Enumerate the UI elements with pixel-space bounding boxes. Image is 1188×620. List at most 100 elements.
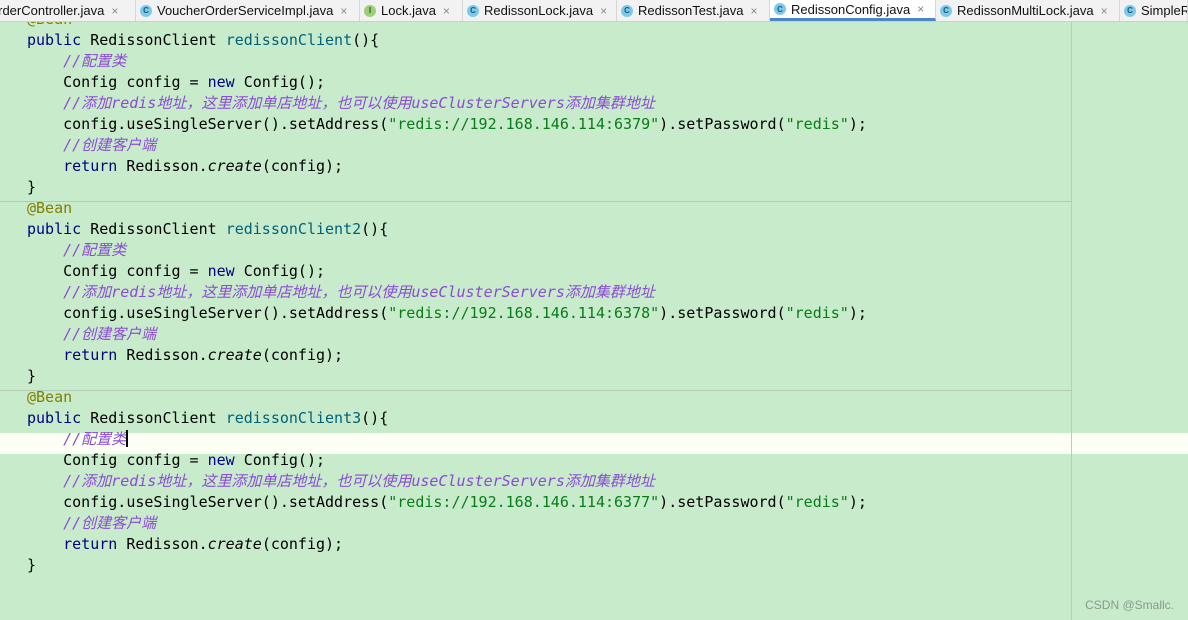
- text-caret: [126, 430, 129, 447]
- tab-label: RedissonLock.java: [484, 3, 594, 18]
- comment: //配置类: [63, 430, 127, 448]
- return-type: RedissonClient: [81, 409, 226, 427]
- watermark: CSDN @Smallc.: [1085, 598, 1174, 612]
- comment-line[interactable]: //配置类: [27, 429, 867, 450]
- code-text: config.useSingleServer().setAddress(: [63, 115, 389, 133]
- code-text: (config);: [261, 346, 344, 364]
- close-tab-icon[interactable]: ×: [340, 4, 347, 18]
- annotation-line[interactable]: @Bean: [27, 198, 867, 219]
- close-tab-icon[interactable]: ×: [1101, 4, 1108, 18]
- code-text: Config();: [234, 73, 326, 91]
- tab-label: RedissonConfig.java: [791, 1, 911, 17]
- closing-brace: }: [27, 178, 37, 196]
- comment: //配置类: [63, 52, 127, 70]
- close-tab-icon[interactable]: ×: [111, 4, 118, 18]
- code-text: Config config =: [63, 262, 208, 280]
- method-name: redissonClient: [225, 31, 353, 49]
- comment: //配置类: [63, 241, 127, 259]
- tab-label: RedissonTest.java: [638, 3, 744, 18]
- closing-brace-line[interactable]: }: [27, 555, 867, 576]
- annotation: @Bean: [27, 199, 73, 217]
- string-literal: "redis://192.168.146.114:6378": [388, 304, 660, 322]
- code-line[interactable]: return Redisson.create(config);: [27, 345, 867, 366]
- close-tab-icon[interactable]: ×: [443, 4, 450, 18]
- method-signature-line[interactable]: public RedissonClient redissonClient3(){: [27, 408, 867, 429]
- code-text: config.useSingleServer().setAddress(: [63, 493, 389, 511]
- keyword: public: [27, 31, 82, 49]
- string-literal: "redis": [785, 304, 849, 322]
- comment: //添加redis地址，这里添加单店地址，也可以使用useClusterServ…: [63, 94, 655, 112]
- static-method-name: create: [207, 535, 262, 553]
- keyword: return: [63, 157, 118, 175]
- comment-line[interactable]: //配置类: [27, 51, 867, 72]
- code-line[interactable]: config.useSingleServer().setAddress("red…: [27, 492, 867, 513]
- keyword: return: [63, 346, 118, 364]
- comment-line[interactable]: //创建客户端: [27, 135, 867, 156]
- tab-label: Lock.java: [381, 3, 436, 18]
- interface-icon: I: [364, 4, 376, 17]
- code-text: Redisson.: [117, 535, 208, 553]
- code-text: );: [848, 304, 867, 322]
- editor-tab-bar: OrderController.java × C VoucherOrderServic…: [0, 0, 1188, 22]
- string-literal: "redis": [785, 115, 849, 133]
- comment-line[interactable]: //配置类: [27, 240, 867, 261]
- method-signature-line[interactable]: public RedissonClient redissonClient2(){: [27, 219, 867, 240]
- keyword: new: [207, 262, 235, 280]
- comment-line[interactable]: //添加redis地址，这里添加单店地址，也可以使用useClusterServ…: [27, 93, 867, 114]
- annotation: @Bean: [27, 22, 72, 28]
- editor-tab[interactable]: C RedissonConfig.java ×: [770, 0, 936, 21]
- return-type: RedissonClient: [81, 31, 226, 49]
- comment-line[interactable]: //创建客户端: [27, 513, 867, 534]
- method-name: redissonClient2: [225, 220, 362, 238]
- code-text: (config);: [261, 535, 344, 553]
- editor-tab[interactable]: I Lock.java ×: [360, 0, 463, 21]
- code-area[interactable]: @Bean public RedissonClient redissonClien…: [27, 22, 867, 576]
- comment: //添加redis地址，这里添加单店地址，也可以使用useClusterServ…: [63, 472, 655, 490]
- annotation-line[interactable]: @Bean: [27, 387, 867, 408]
- tab-label: OrderController.java: [0, 3, 105, 18]
- annotation-line[interactable]: @Bean: [27, 22, 867, 30]
- keyword: public: [27, 220, 82, 238]
- code-editor[interactable]: @Bean public RedissonClient redissonClien…: [0, 22, 1188, 620]
- code-line[interactable]: return Redisson.create(config);: [27, 156, 867, 177]
- code-line[interactable]: Config config = new Config();: [27, 450, 867, 471]
- class-icon: C: [940, 4, 952, 17]
- close-tab-icon[interactable]: ×: [917, 2, 924, 16]
- keyword: new: [207, 451, 235, 469]
- closing-brace-line[interactable]: }: [27, 177, 867, 198]
- annotation: @Bean: [27, 388, 73, 406]
- editor-tab[interactable]: C VoucherOrderServiceImpl.java ×: [136, 0, 360, 21]
- code-line[interactable]: Config config = new Config();: [27, 261, 867, 282]
- comment: //创建客户端: [63, 514, 157, 532]
- keyword: new: [207, 73, 235, 91]
- editor-tab[interactable]: C SimpleR: [1120, 0, 1188, 21]
- class-icon: C: [140, 4, 152, 17]
- keyword: public: [27, 409, 82, 427]
- tab-label: RedissonMultiLock.java: [957, 3, 1094, 18]
- method-signature-line[interactable]: public RedissonClient redissonClient(){: [27, 30, 867, 51]
- comment-line[interactable]: //添加redis地址，这里添加单店地址，也可以使用useClusterServ…: [27, 471, 867, 492]
- editor-tab[interactable]: OrderController.java ×: [0, 0, 136, 21]
- comment: //添加redis地址，这里添加单店地址，也可以使用useClusterServ…: [63, 283, 655, 301]
- string-literal: "redis://192.168.146.114:6379": [388, 115, 660, 133]
- code-line[interactable]: return Redisson.create(config);: [27, 534, 867, 555]
- return-type: RedissonClient: [81, 220, 226, 238]
- comment-line[interactable]: //创建客户端: [27, 324, 867, 345]
- code-text: ).setPassword(: [659, 493, 786, 511]
- close-tab-icon[interactable]: ×: [751, 4, 758, 18]
- comment-line[interactable]: //添加redis地址，这里添加单店地址，也可以使用useClusterServ…: [27, 282, 867, 303]
- closing-brace: }: [27, 556, 37, 574]
- editor-tab[interactable]: C RedissonMultiLock.java ×: [936, 0, 1120, 21]
- code-line[interactable]: Config config = new Config();: [27, 72, 867, 93]
- code-text: (){: [352, 31, 380, 49]
- code-text: );: [848, 493, 867, 511]
- code-line[interactable]: config.useSingleServer().setAddress("red…: [27, 303, 867, 324]
- close-tab-icon[interactable]: ×: [600, 4, 607, 18]
- code-line[interactable]: config.useSingleServer().setAddress("red…: [27, 114, 867, 135]
- keyword: return: [63, 535, 118, 553]
- comment: //创建客户端: [63, 136, 157, 154]
- editor-tab[interactable]: C RedissonLock.java ×: [463, 0, 617, 21]
- tab-label: SimpleR: [1141, 3, 1188, 18]
- editor-tab[interactable]: C RedissonTest.java ×: [617, 0, 770, 21]
- closing-brace-line[interactable]: }: [27, 366, 867, 387]
